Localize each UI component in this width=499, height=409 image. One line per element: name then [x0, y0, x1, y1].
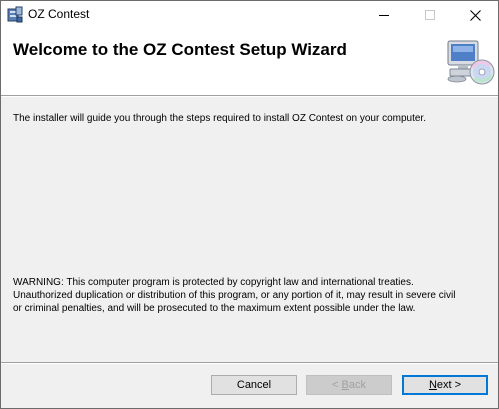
setup-wizard-window: OZ Contest Welcome to the OZ Contest Set… [0, 0, 499, 409]
minimize-button[interactable] [361, 1, 407, 29]
wizard-header: Welcome to the OZ Contest Setup Wizard [1, 29, 498, 95]
minimize-icon [379, 15, 389, 16]
next-button[interactable]: Next > [402, 375, 488, 395]
back-button-rest: ack [348, 379, 366, 391]
computer-cd-icon [447, 40, 495, 85]
next-button-mnemonic: N [428, 379, 437, 391]
copyright-warning: WARNING: This computer program is protec… [13, 277, 456, 314]
maximize-icon [425, 10, 435, 20]
intro-text: The installer will guide you through the… [13, 113, 426, 124]
cancel-button[interactable]: Cancel [211, 375, 297, 395]
back-button-mnemonic: B [341, 379, 349, 391]
back-button[interactable]: < Back [306, 375, 392, 395]
header-separator [1, 95, 498, 97]
back-button-prefix: < [332, 379, 342, 391]
window-title: OZ Contest [28, 7, 90, 21]
footer-separator [1, 362, 498, 364]
page-title: Welcome to the OZ Contest Setup Wizard [13, 40, 347, 59]
title-bar[interactable]: OZ Contest [1, 1, 498, 29]
next-button-rest: ext > [436, 379, 462, 391]
close-icon [469, 9, 481, 21]
close-button[interactable] [452, 1, 498, 29]
maximize-button [407, 1, 453, 29]
installer-app-icon [7, 6, 23, 23]
